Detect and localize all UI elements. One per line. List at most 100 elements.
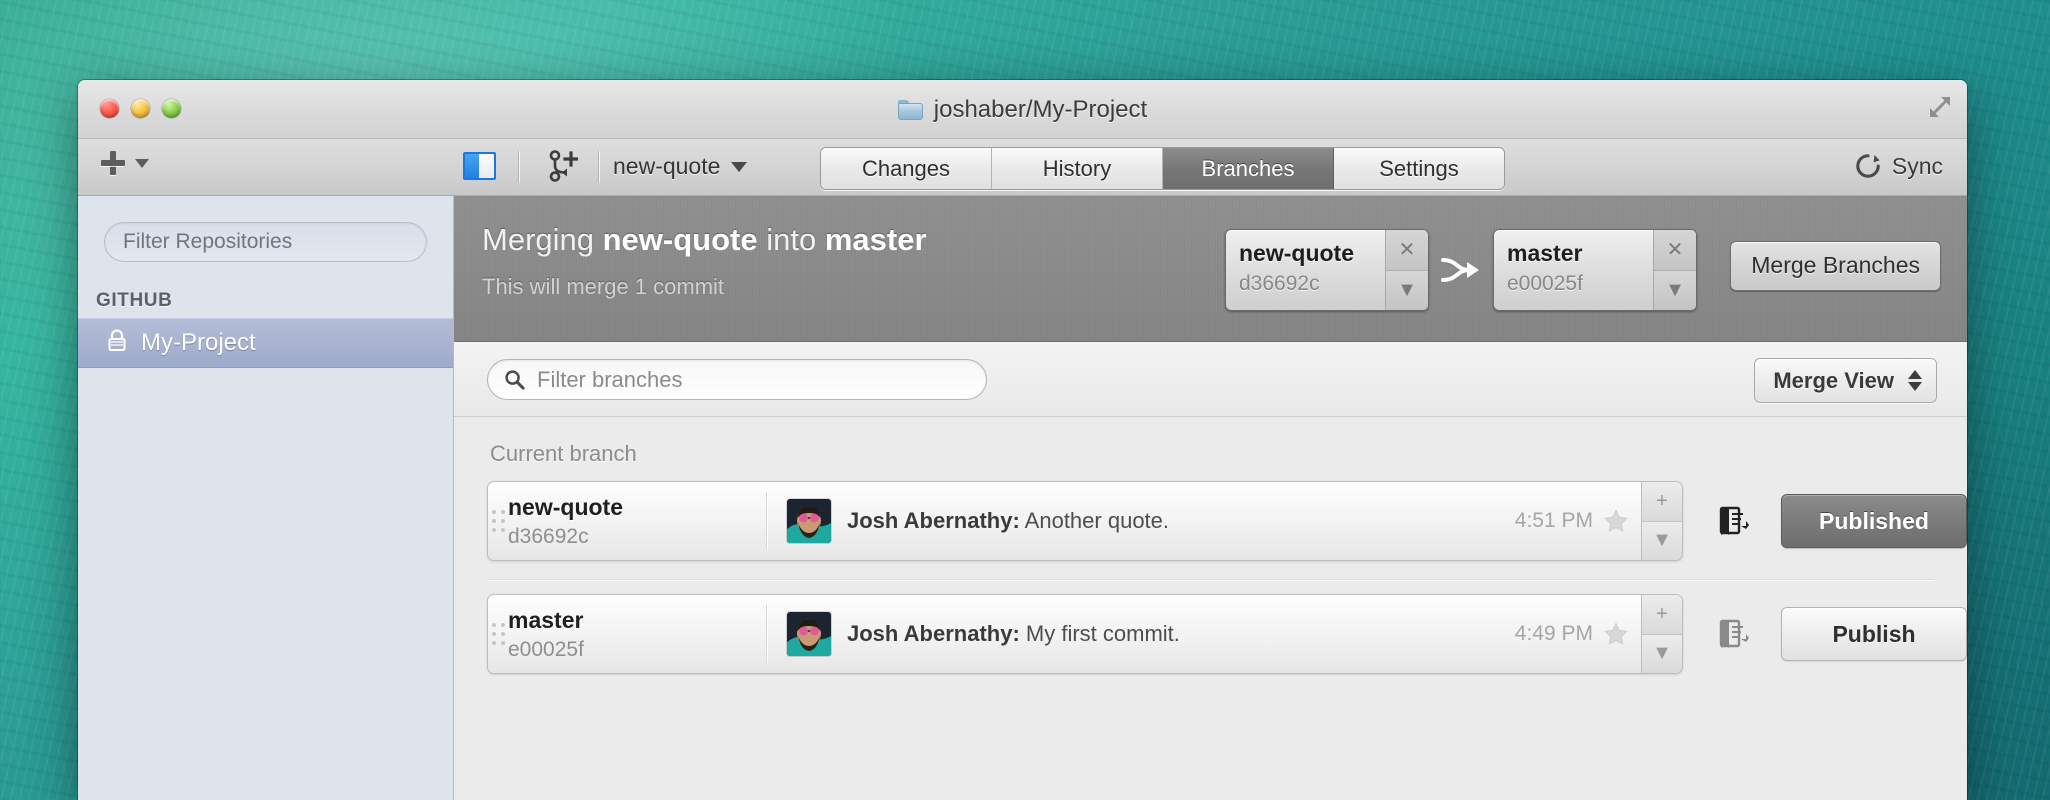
window-titlebar: joshaber/My-Project [78, 80, 1967, 139]
merge-title-prefix: Merging [482, 222, 603, 257]
tab-changes[interactable]: Changes [821, 148, 992, 189]
merge-title: Merging new-quote into master [482, 222, 927, 258]
main-toolbar: new-quote Changes History Branches Setti… [78, 139, 1967, 196]
chevron-down-icon [731, 161, 748, 172]
tab-branches[interactable]: Branches [1163, 148, 1334, 189]
search-icon [505, 370, 525, 390]
merge-target-hash: e00025f [1507, 272, 1583, 295]
commit-info: Josh Abernathy: My first commit. [767, 595, 1515, 673]
merge-source-hash: d36692c [1239, 272, 1320, 295]
branch-info: new-quote d36692c [508, 482, 766, 560]
chevron-down-icon[interactable]: ▼ [1642, 633, 1682, 673]
close-icon[interactable]: ✕ [1654, 230, 1696, 270]
repository-sidebar: Filter Repositories GITHUB My-Project [78, 196, 454, 800]
branch-hash: d36692c [508, 525, 589, 548]
chevron-down-icon[interactable]: ▼ [1654, 269, 1696, 310]
branch-hash: e00025f [508, 638, 584, 661]
branch-selector[interactable]: new-quote [613, 153, 748, 180]
commit-summary: Another quote. [1019, 508, 1170, 533]
pull-request-icon [1719, 619, 1749, 648]
avatar [787, 499, 831, 543]
app-window: joshaber/My-Project new-quote Changes Hi… [78, 80, 1967, 800]
star-icon [1604, 622, 1628, 645]
chevron-down-icon[interactable]: ▼ [1642, 520, 1682, 560]
chevron-down-icon[interactable]: ▼ [1386, 269, 1428, 310]
tab-history[interactable]: History [992, 148, 1163, 189]
refresh-icon [1856, 154, 1880, 178]
sync-label: Sync [1891, 152, 1943, 179]
sync-button[interactable]: Sync [1854, 152, 1943, 180]
merge-target-token[interactable]: master e00025f ✕ ▼ [1493, 229, 1697, 311]
pull-request-icon [1719, 506, 1749, 535]
commit-time-group: 4:51 PM [1515, 482, 1641, 560]
merge-token-group: new-quote d36692c ✕ ▼ master e00025f ✕ ▼ [1225, 229, 1697, 311]
merge-arrow-icon [1441, 258, 1479, 282]
branch-info: master e00025f [508, 595, 766, 673]
merge-source-name: new-quote [1239, 240, 1354, 266]
branches-content: Merging new-quote into master This will … [454, 196, 1967, 800]
plus-icon [100, 150, 126, 176]
branch-stepper: + ▼ [1641, 482, 1682, 560]
merge-source-token-text: new-quote d36692c [1226, 230, 1385, 310]
drag-handle[interactable] [488, 482, 508, 560]
sidebar-section-github: GITHUB [96, 290, 173, 311]
star-icon [1604, 509, 1628, 532]
up-down-chevrons-icon [1908, 370, 1922, 391]
commit-message: Josh Abernathy: Another quote. [847, 508, 1169, 534]
page-title: joshaber/My-Project [78, 96, 1967, 124]
merge-target-token-controls: ✕ ▼ [1653, 230, 1696, 310]
close-icon[interactable]: ✕ [1386, 230, 1428, 270]
merge-target-token-text: master e00025f [1494, 230, 1653, 310]
merge-source-token[interactable]: new-quote d36692c ✕ ▼ [1225, 229, 1429, 311]
merge-branches-button[interactable]: Merge Branches [1730, 241, 1941, 291]
toolbar-divider [518, 151, 519, 183]
merge-title-source: new-quote [602, 222, 758, 257]
commit-time-group: 4:49 PM [1515, 595, 1641, 673]
publish-button[interactable]: Published [1781, 494, 1967, 548]
merge-view-label: Merge View [1773, 367, 1894, 393]
plus-icon[interactable]: + [1642, 595, 1682, 634]
search-input[interactable]: Filter branches [487, 359, 987, 400]
branch-stepper: + ▼ [1641, 595, 1682, 673]
list-item[interactable]: master e00025f Josh Abernathy: My first … [454, 580, 1967, 674]
publish-button[interactable]: Publish [1781, 607, 1967, 661]
toolbar-divider [598, 151, 599, 183]
branch-card[interactable]: new-quote d36692c Josh Abernathy: Anothe… [487, 481, 1683, 561]
chevron-down-icon [135, 158, 149, 168]
commit-message: Josh Abernathy: My first commit. [847, 621, 1180, 647]
filter-repositories-input[interactable]: Filter Repositories [104, 222, 427, 262]
branch-group-label: Current branch [490, 441, 637, 466]
branch-name: new-quote [508, 494, 623, 520]
view-tabs: Changes History Branches Settings [820, 147, 1505, 190]
filter-repositories-placeholder: Filter Repositories [123, 230, 293, 253]
window-body: Filter Repositories GITHUB My-Project Me… [78, 196, 1967, 800]
sidebar-toggle-icon[interactable] [463, 152, 496, 180]
folder-icon [897, 100, 923, 120]
add-repository-button[interactable] [100, 150, 149, 176]
drag-handle[interactable] [488, 595, 508, 673]
git-branch-plus-icon[interactable] [548, 150, 579, 182]
branch-list: Current branch new-quote d36692c Josh Ab… [454, 417, 1967, 800]
commit-time: 4:51 PM [1514, 509, 1593, 532]
merge-view-dropdown[interactable]: Merge View [1754, 358, 1937, 403]
merge-title-middle: into [757, 222, 825, 257]
sidebar-item-label: My-Project [141, 329, 256, 356]
lock-icon [106, 328, 128, 359]
commit-info: Josh Abernathy: Another quote. [767, 482, 1515, 560]
window-title-text: joshaber/My-Project [933, 96, 1148, 123]
branch-filter-bar: Filter branches Merge View [454, 342, 1967, 417]
tab-settings[interactable]: Settings [1334, 148, 1504, 189]
fullscreen-arrows-icon[interactable] [1927, 94, 1953, 120]
search-placeholder: Filter branches [537, 366, 683, 392]
avatar [787, 612, 831, 656]
branch-selector-label: new-quote [613, 153, 721, 179]
branch-card[interactable]: master e00025f Josh Abernathy: My first … [487, 594, 1683, 674]
merge-title-target: master [824, 222, 927, 257]
branch-name: master [508, 607, 584, 633]
commit-author: Josh Abernathy: [847, 508, 1020, 533]
merge-subtitle: This will merge 1 commit [482, 274, 725, 299]
plus-icon[interactable]: + [1642, 482, 1682, 521]
list-item[interactable]: new-quote d36692c Josh Abernathy: Anothe… [454, 467, 1967, 561]
commit-author: Josh Abernathy: [847, 621, 1020, 646]
sidebar-item-my-project[interactable]: My-Project [78, 318, 453, 368]
